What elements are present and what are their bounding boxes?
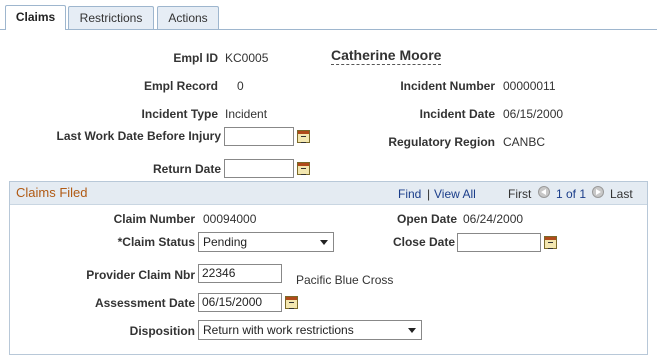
regulatory-region-value: CANBC bbox=[503, 135, 546, 149]
provider-claim-nbr-input[interactable]: 22346 bbox=[198, 264, 282, 283]
assessment-date-input[interactable]: 06/15/2000 bbox=[198, 293, 282, 312]
last-label: Last bbox=[610, 187, 633, 201]
previous-icon[interactable] bbox=[538, 186, 550, 198]
close-date-input[interactable] bbox=[457, 233, 541, 252]
disposition-label: Disposition bbox=[129, 324, 195, 338]
claim-status-select[interactable]: Pending bbox=[198, 232, 334, 252]
calendar-icon[interactable] bbox=[285, 296, 298, 309]
chevron-down-icon bbox=[408, 328, 416, 333]
provider-name: Pacific Blue Cross bbox=[296, 273, 394, 287]
incident-type-value: Incident bbox=[225, 107, 268, 121]
empl-record-value: 0 bbox=[237, 79, 244, 93]
employee-name[interactable]: Catherine Moore bbox=[331, 47, 442, 65]
return-date-label: Return Date bbox=[152, 162, 221, 176]
tab-claims[interactable]: Claims bbox=[5, 5, 66, 30]
calendar-icon[interactable] bbox=[544, 236, 557, 249]
incident-number-value: 00000011 bbox=[503, 79, 556, 93]
close-date-label: Close Date bbox=[392, 235, 455, 249]
tab-actions[interactable]: Actions bbox=[157, 6, 219, 29]
return-date-input[interactable] bbox=[224, 159, 294, 178]
tab-restrictions[interactable]: Restrictions bbox=[68, 6, 154, 29]
assessment-date-label: Assessment Date bbox=[94, 296, 195, 310]
tab-underline bbox=[0, 29, 657, 30]
pager-text: 1 of 1 bbox=[556, 187, 587, 201]
last-work-date-label: Last Work Date Before Injury bbox=[56, 129, 221, 143]
open-date-label: Open Date bbox=[396, 212, 457, 226]
incident-type-label: Incident Type bbox=[141, 107, 218, 121]
claim-number-value: 00094000 bbox=[203, 212, 257, 226]
claim-status-label: *Claim Status bbox=[117, 235, 195, 249]
calendar-icon[interactable] bbox=[297, 162, 310, 175]
chevron-down-icon bbox=[320, 240, 328, 245]
empl-id-label: Empl ID bbox=[173, 51, 218, 65]
claim-status-value: Pending bbox=[203, 235, 248, 249]
tab-actions-label: Actions bbox=[168, 11, 208, 25]
first-label: First bbox=[508, 187, 532, 201]
empl-record-label: Empl Record bbox=[143, 79, 218, 93]
last-work-date-input[interactable] bbox=[224, 127, 294, 146]
regulatory-region-label: Regulatory Region bbox=[388, 135, 495, 149]
provider-claim-nbr-label: Provider Claim Nbr bbox=[86, 268, 195, 282]
incident-number-label: Incident Number bbox=[400, 79, 495, 93]
claim-number-label: Claim Number bbox=[113, 212, 195, 226]
tab-claims-label: Claims bbox=[15, 10, 56, 24]
claims-filed-header: Claims Filed Find | View All First 1 of … bbox=[10, 182, 647, 205]
claims-filed-title: Claims Filed bbox=[16, 185, 88, 200]
calendar-icon[interactable] bbox=[297, 130, 310, 143]
next-icon[interactable] bbox=[592, 186, 604, 198]
find-link[interactable]: Find bbox=[398, 187, 421, 201]
separator: | bbox=[427, 187, 431, 201]
disposition-value: Return with work restrictions bbox=[203, 323, 354, 337]
open-date-value: 06/24/2000 bbox=[463, 212, 524, 226]
tab-restrictions-label: Restrictions bbox=[79, 11, 143, 25]
incident-date-label: Incident Date bbox=[419, 107, 495, 121]
tab-bar: Claims Restrictions Actions bbox=[0, 0, 657, 30]
disposition-select[interactable]: Return with work restrictions bbox=[198, 320, 422, 340]
incident-date-value: 06/15/2000 bbox=[503, 107, 564, 121]
empl-id-value: KC0005 bbox=[225, 51, 269, 65]
view-all-link[interactable]: View All bbox=[434, 187, 476, 201]
